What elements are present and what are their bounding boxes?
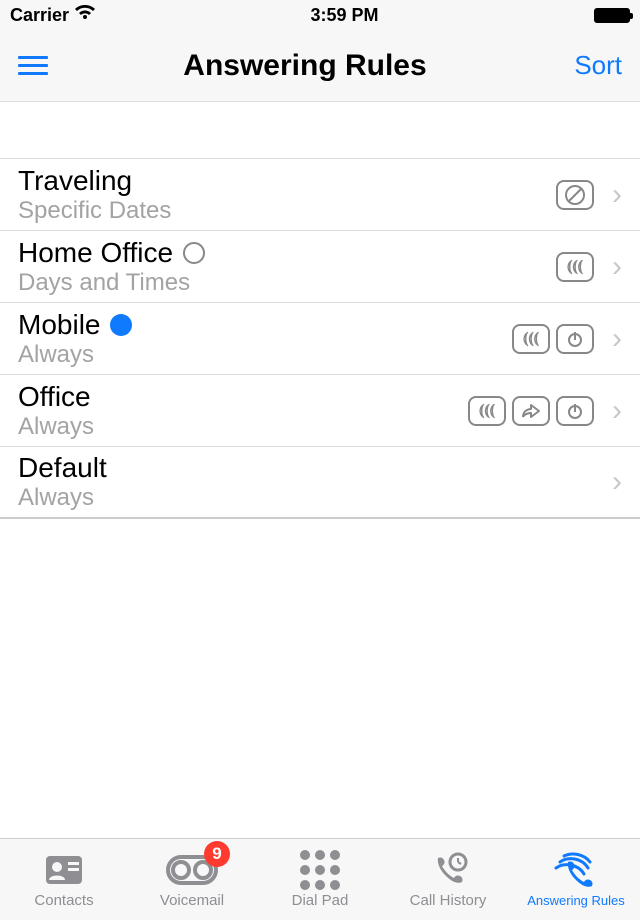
- power-icon: [556, 324, 594, 354]
- battery-icon: [594, 8, 630, 23]
- rule-subtitle: Specific Dates: [18, 197, 556, 225]
- wifi-icon: [75, 5, 95, 26]
- status-time: 3:59 PM: [311, 5, 379, 26]
- chevron-right-icon: ›: [612, 394, 622, 428]
- tab-label: Voicemail: [160, 892, 224, 909]
- rule-subtitle: Always: [18, 341, 512, 369]
- page-title: Answering Rules: [58, 49, 552, 83]
- rule-title: Default: [18, 452, 107, 484]
- dialpad-icon: [300, 850, 340, 890]
- block-icon: [556, 180, 594, 210]
- simring-icon: ⦅⦅⦅: [468, 396, 506, 426]
- rule-row-mobile[interactable]: Mobile Always ⦅⦅⦅ ›: [0, 303, 640, 375]
- sort-button[interactable]: Sort: [552, 50, 622, 81]
- rule-title: Office: [18, 381, 91, 413]
- chevron-right-icon: ›: [612, 178, 622, 212]
- rule-title: Traveling: [18, 165, 132, 197]
- rule-title: Mobile: [18, 309, 100, 341]
- tab-label: Contacts: [34, 892, 93, 909]
- tab-contacts[interactable]: Contacts: [0, 839, 128, 920]
- tab-bar: Contacts 9 Voicemail Dial Pad Call Histo…: [0, 838, 640, 920]
- tab-label: Answering Rules: [527, 893, 625, 908]
- status-right: [594, 8, 630, 23]
- rule-row-traveling[interactable]: Traveling Specific Dates ›: [0, 159, 640, 231]
- carrier-label: Carrier: [10, 5, 69, 26]
- tab-voicemail[interactable]: 9 Voicemail: [128, 839, 256, 920]
- rule-row-home-office[interactable]: Home Office Days and Times ⦅⦅⦅ ›: [0, 231, 640, 303]
- call-history-icon: [428, 850, 468, 890]
- status-left: Carrier: [10, 5, 95, 26]
- contacts-icon: [42, 850, 86, 890]
- simring-icon: ⦅⦅⦅: [556, 252, 594, 282]
- nav-bar: Answering Rules Sort: [0, 30, 640, 102]
- rule-subtitle: Days and Times: [18, 269, 556, 297]
- tab-dialpad[interactable]: Dial Pad: [256, 839, 384, 920]
- status-dot-empty-icon: [183, 242, 205, 264]
- chevron-right-icon: ›: [612, 465, 622, 499]
- rule-subtitle: Always: [18, 413, 468, 441]
- rule-row-default[interactable]: Default Always ›: [0, 447, 640, 519]
- menu-button[interactable]: [18, 56, 58, 75]
- tab-answering-rules[interactable]: Answering Rules: [512, 839, 640, 920]
- rule-row-office[interactable]: Office Always ⦅⦅⦅ ›: [0, 375, 640, 447]
- rules-list: Traveling Specific Dates › Home Office D…: [0, 158, 640, 519]
- chevron-right-icon: ›: [612, 322, 622, 356]
- answering-rules-icon: [554, 851, 598, 891]
- tab-call-history[interactable]: Call History: [384, 839, 512, 920]
- forward-icon: [512, 396, 550, 426]
- status-dot-active-icon: [110, 314, 132, 336]
- power-icon: [556, 396, 594, 426]
- hamburger-icon: [18, 56, 58, 75]
- rule-subtitle: Always: [18, 484, 594, 512]
- tab-label: Dial Pad: [292, 892, 349, 909]
- voicemail-badge: 9: [204, 841, 230, 867]
- status-bar: Carrier 3:59 PM: [0, 0, 640, 30]
- chevron-right-icon: ›: [612, 250, 622, 284]
- tab-label: Call History: [410, 892, 487, 909]
- rule-title: Home Office: [18, 237, 173, 269]
- simring-icon: ⦅⦅⦅: [512, 324, 550, 354]
